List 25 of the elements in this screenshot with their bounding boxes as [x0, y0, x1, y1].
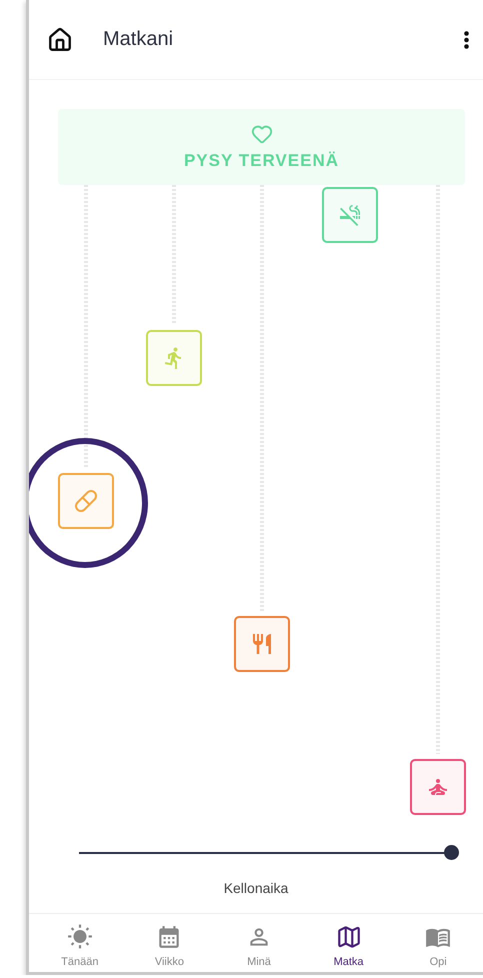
step-tile[interactable] — [410, 759, 466, 815]
step-tile[interactable] — [146, 330, 202, 386]
slider-thumb[interactable] — [444, 845, 459, 860]
nav-tab[interactable]: Minä — [214, 924, 304, 968]
page-title: Matkani — [103, 28, 174, 51]
nav-tab[interactable]: Tänään — [35, 924, 125, 968]
goal-title: PYSY TERVEENÄ — [184, 151, 340, 171]
map-icon — [336, 924, 362, 950]
heart-icon — [250, 123, 272, 145]
nav-tab[interactable]: Opi — [393, 924, 483, 968]
no-smoking-icon — [338, 203, 362, 227]
slider-label: Kellonaika — [224, 880, 288, 896]
step-tile[interactable] — [58, 473, 114, 529]
step-tile[interactable] — [322, 187, 378, 243]
time-slider[interactable] — [79, 845, 460, 861]
home-button[interactable] — [47, 26, 73, 52]
menu-button[interactable] — [464, 30, 469, 48]
nav-tab[interactable]: Viikko — [124, 924, 214, 968]
fork-knife-icon — [250, 632, 274, 656]
nav-tab[interactable]: Matka — [304, 924, 394, 968]
home-icon — [47, 26, 73, 52]
more-icon — [464, 30, 469, 48]
step-tile[interactable] — [234, 616, 290, 672]
sun-icon — [66, 924, 93, 950]
pill-icon — [74, 489, 98, 513]
